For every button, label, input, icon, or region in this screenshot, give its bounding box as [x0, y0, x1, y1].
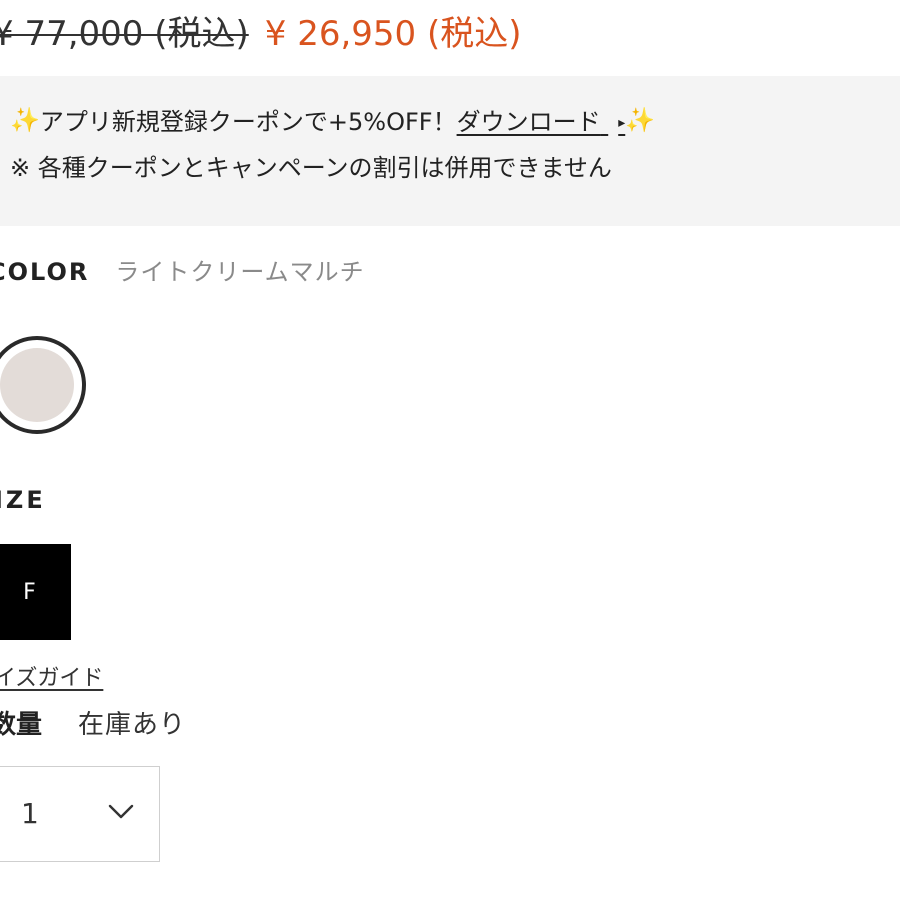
sparkle-icon: ✨	[10, 105, 40, 134]
download-link-label: ダウンロード	[456, 108, 601, 136]
download-link[interactable]: ダウンロード ▸	[457, 102, 626, 137]
color-swatch-fill	[0, 348, 74, 422]
sale-price: ¥ 26,950 (税込)	[264, 13, 522, 54]
stock-status: 在庫あり	[78, 710, 187, 740]
coupon-promo-text: アプリ新規登録クーポンで+5%OFF！	[39, 108, 457, 136]
triangle-right-icon: ▸	[618, 115, 626, 131]
product-purchase-panel: ¥ 77,000 (税込) ¥ 26,950 (税込) ✨ アプリ新規登録クーポ…	[0, 0, 900, 900]
size-option-f-button[interactable]: F	[0, 544, 71, 640]
size-option-label: F	[23, 579, 36, 605]
color-row: COLOR ライトクリームマルチ	[0, 252, 365, 287]
sparkle-icon: ✨	[625, 105, 656, 134]
quantity-label: 数量	[0, 710, 43, 740]
chevron-down-icon	[108, 804, 134, 819]
quantity-value: 1	[21, 797, 39, 830]
quantity-row: 数量 在庫あり	[0, 704, 186, 741]
quantity-select[interactable]: 1	[0, 766, 160, 862]
coupon-promo-line: ✨ アプリ新規登録クーポンで+5%OFF！ ダウンロード ▸ ✨	[10, 102, 655, 137]
color-label: COLOR	[0, 258, 90, 286]
size-guide-link[interactable]: イズガイド	[0, 660, 103, 692]
coupon-banner: ✨ アプリ新規登録クーポンで+5%OFF！ ダウンロード ▸ ✨ ※ 各種クーポ…	[0, 76, 900, 226]
original-price: ¥ 77,000 (税込)	[0, 13, 249, 54]
color-value: ライトクリームマルチ	[115, 258, 365, 286]
color-swatch-selected[interactable]	[0, 336, 86, 434]
price-row: ¥ 77,000 (税込) ¥ 26,950 (税込)	[0, 4, 522, 56]
coupon-note: ※ 各種クーポンとキャンペーンの割引は併用できません	[10, 154, 612, 182]
size-label: IZE	[0, 486, 46, 514]
